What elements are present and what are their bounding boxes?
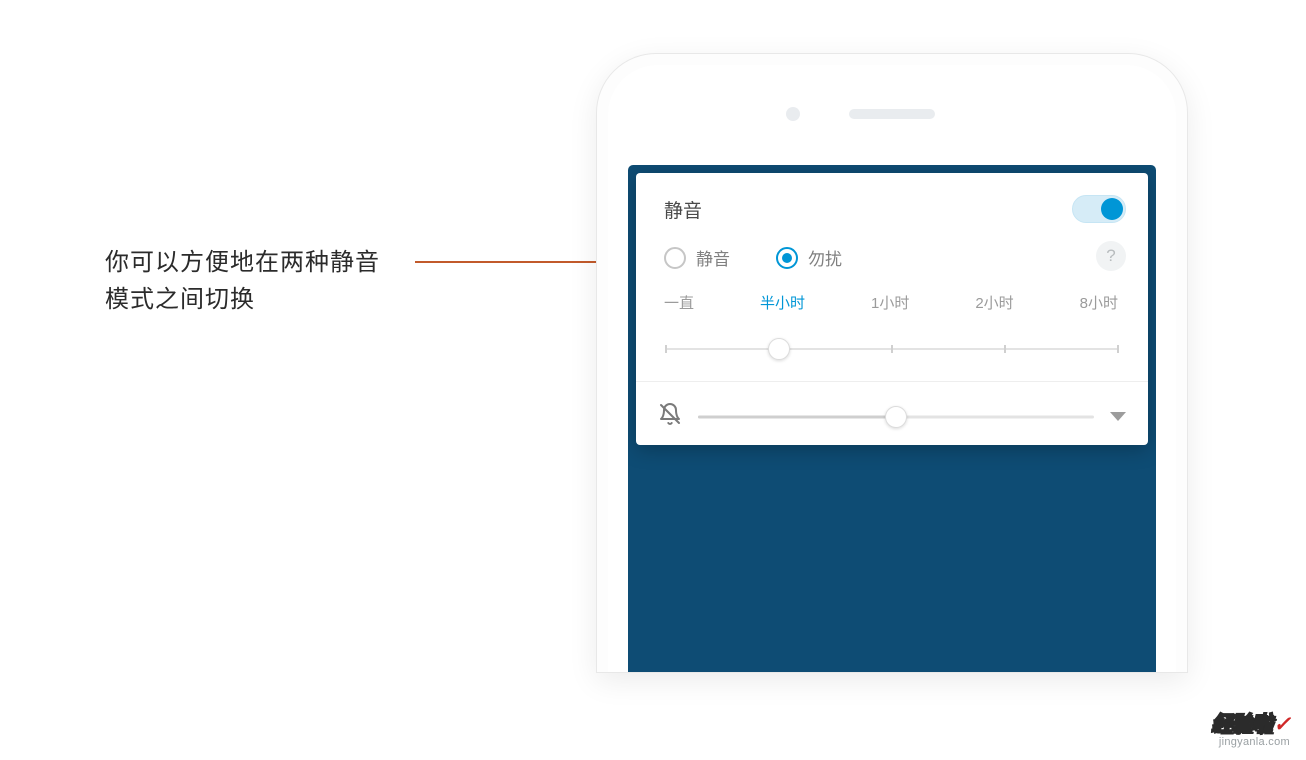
radio-label-mute: 静音 — [696, 245, 730, 270]
duration-slider[interactable] — [666, 337, 1118, 361]
slider-tick — [891, 345, 893, 353]
bell-mute-icon — [658, 402, 682, 431]
duration-labels-row: 一直 半小时 1小时 2小时 8小时 — [636, 288, 1148, 317]
mute-settings-panel: 静音 静音 勿扰 ? — [636, 173, 1148, 445]
duration-slider-thumb[interactable] — [768, 338, 790, 360]
phone-frame: 静音 静音 勿扰 ? — [596, 53, 1188, 673]
duration-option-3[interactable]: 2小时 — [975, 292, 1013, 313]
radio-dnd[interactable]: 勿扰 — [776, 245, 842, 270]
watermark-domain: jingyanla.com — [1211, 737, 1290, 748]
toggle-knob — [1101, 198, 1123, 220]
slider-tick — [1004, 345, 1006, 353]
help-button[interactable]: ? — [1096, 241, 1126, 271]
watermark-check-icon: ✓ — [1273, 713, 1290, 736]
duration-option-0[interactable]: 一直 — [664, 292, 694, 313]
divider — [636, 381, 1148, 382]
duration-option-1[interactable]: 半小时 — [760, 292, 805, 313]
panel-title: 静音 — [664, 196, 702, 223]
duration-option-2[interactable]: 1小时 — [871, 292, 909, 313]
volume-slider-fill — [698, 415, 896, 418]
mode-row: 静音 勿扰 ? — [636, 237, 1148, 288]
volume-row — [636, 396, 1148, 431]
annotation-text: 你可以方便地在两种静音 模式之间切换 — [105, 244, 380, 318]
help-icon: ? — [1106, 246, 1115, 266]
volume-slider-thumb[interactable] — [885, 406, 907, 428]
phone-camera — [786, 107, 800, 121]
phone-screen: 静音 静音 勿扰 ? — [628, 165, 1156, 672]
radio-label-dnd: 勿扰 — [808, 245, 842, 270]
watermark-brand: 经验啦✓ — [1211, 714, 1290, 735]
annotation-line-1: 你可以方便地在两种静音 — [105, 244, 380, 281]
watermark: 经验啦✓ jingyanla.com — [1211, 714, 1290, 748]
slider-tick — [665, 345, 667, 353]
phone-side-button-2 — [1187, 474, 1188, 564]
phone-side-button-1 — [1187, 324, 1188, 414]
radio-mute[interactable]: 静音 — [664, 245, 730, 270]
radio-circle-mute — [664, 247, 686, 269]
mute-master-toggle[interactable] — [1072, 195, 1126, 223]
annotation-line-2: 模式之间切换 — [105, 281, 380, 318]
radio-circle-dnd — [776, 247, 798, 269]
panel-header: 静音 — [636, 173, 1148, 237]
expand-volume-icon[interactable] — [1110, 412, 1126, 421]
phone-speaker — [849, 109, 935, 119]
slider-tick — [1117, 345, 1119, 353]
volume-slider[interactable] — [698, 405, 1094, 429]
phone-inner-frame: 静音 静音 勿扰 ? — [608, 65, 1176, 672]
duration-option-4[interactable]: 8小时 — [1080, 292, 1118, 313]
